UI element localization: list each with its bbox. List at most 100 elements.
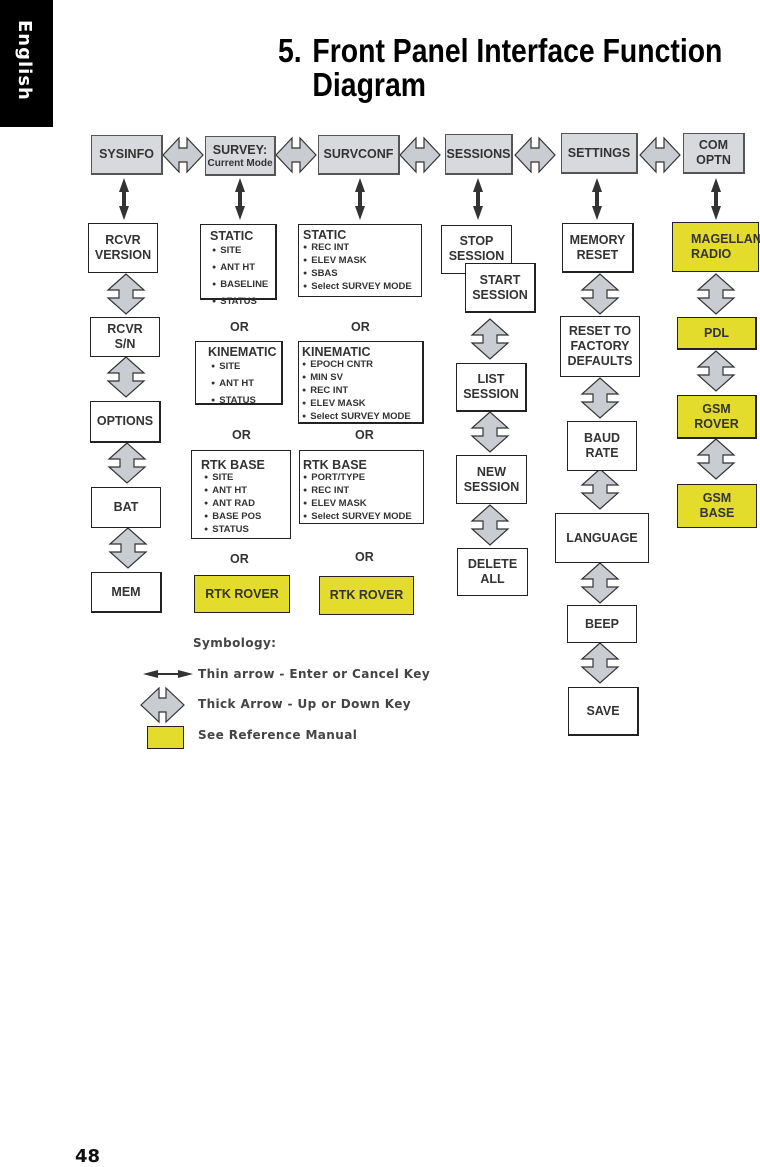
legend-yellow-text: See Reference Manual — [198, 728, 358, 742]
menu-survey[interactable]: SURVEY: Current Mode — [205, 136, 276, 176]
menu-settings[interactable]: SETTINGS — [561, 133, 638, 174]
menu-settings-label: SETTINGS — [567, 145, 631, 160]
survey-rtk-base-box[interactable]: RTK BASE SITE ANT HT ANT RAD BASE POS ST… — [191, 450, 291, 539]
page-number: 48 — [75, 1146, 101, 1167]
item-reset-factory-defaults[interactable]: RESET TO FACTORY DEFAULTS — [560, 316, 640, 377]
item-baud-rate[interactable]: BAUD RATE — [567, 421, 637, 471]
survconf-rtk-rover-box[interactable]: RTK ROVER — [319, 576, 414, 615]
menu-sessions-label: SESSIONS — [446, 146, 511, 161]
item-memory-reset-label: MEMORY RESET — [569, 232, 626, 262]
thin-arrow-settings — [592, 178, 602, 220]
menu-comoptn[interactable]: COM OPTN — [683, 133, 745, 174]
survey-rtk-base-item: SITE — [204, 472, 290, 485]
or-label: OR — [232, 428, 251, 442]
item-pdl[interactable]: PDL — [677, 317, 757, 350]
menu-survconf-label: SURVCONF — [323, 147, 394, 161]
menu-survey-sublabel: Current Mode — [207, 157, 273, 169]
legend-thick-arrow-text: Thick Arrow - Up or Down Key — [198, 697, 412, 711]
item-rcvr-version[interactable]: RCVR VERSION — [88, 223, 158, 273]
survconf-kinematic-item: REC INT — [302, 385, 422, 398]
survconf-rtk-rover-label: RTK ROVER — [329, 588, 404, 602]
survconf-rtk-base-item: Select SURVEY MODE — [303, 511, 423, 524]
menu-sessions[interactable]: SESSIONS — [445, 134, 513, 175]
item-pdl-label: PDL — [704, 325, 729, 340]
survconf-static-item: Select SURVEY MODE — [303, 281, 421, 294]
survconf-kinematic-item: EPOCH CNTR — [302, 359, 422, 372]
item-save-label: SAVE — [586, 703, 620, 718]
survey-rtk-base-item: BASE POS — [204, 511, 290, 524]
item-gsm-rover[interactable]: GSM ROVER — [677, 395, 757, 439]
survey-static-item: SITE — [212, 243, 275, 260]
item-list-session-label: LIST SESSION — [463, 372, 519, 401]
thin-arrow-sysinfo — [119, 178, 129, 220]
thick-arrow-comoptn-3 — [697, 438, 735, 480]
legend-yellow-swatch — [147, 726, 184, 749]
survey-kinematic-item: ANT HT — [211, 376, 281, 393]
thin-arrow-comoptn — [711, 178, 721, 220]
survey-rtk-base-item: STATUS — [204, 524, 290, 537]
item-language[interactable]: LANGUAGE — [555, 513, 649, 563]
survey-static-item: STATUS — [212, 294, 275, 311]
item-stop-session-label: STOP SESSION — [448, 234, 505, 263]
or-label: OR — [230, 320, 249, 334]
survconf-static-item: SBAS — [303, 268, 421, 281]
menu-comoptn-label: COM OPTN — [696, 138, 731, 167]
item-mem-label: MEM — [111, 584, 141, 599]
or-label: OR — [355, 550, 374, 564]
item-gsm-base[interactable]: GSM BASE — [677, 484, 757, 528]
legend-thin-arrow-text: Thin arrow - Enter or Cancel Key — [198, 667, 431, 681]
item-beep-label: BEEP — [584, 616, 620, 631]
or-label: OR — [351, 320, 370, 334]
item-delete-all-label: DELETE ALL — [467, 557, 518, 586]
survconf-kinematic-heading: KINEMATIC — [302, 345, 371, 359]
menu-sysinfo[interactable]: SYSINFO — [91, 135, 163, 175]
thick-arrow-survey-survconf — [275, 137, 317, 173]
survconf-rtk-base-box[interactable]: RTK BASE PORT/TYPE REC INT ELEV MASK Sel… — [299, 450, 424, 524]
thin-arrow-sessions — [473, 178, 483, 220]
item-memory-reset[interactable]: MEMORY RESET — [562, 223, 634, 273]
item-rcvr-sn[interactable]: RCVR S/N — [90, 317, 160, 357]
menu-survconf[interactable]: SURVCONF — [318, 135, 400, 175]
survconf-static-heading: STATIC — [303, 228, 347, 242]
survey-static-item: ANT HT — [212, 260, 275, 277]
thick-arrow-settings-comoptn — [639, 137, 681, 173]
or-label: OR — [355, 428, 374, 442]
survey-rtk-rover-label: RTK ROVER — [205, 586, 279, 601]
item-mem[interactable]: MEM — [91, 572, 162, 613]
item-options[interactable]: OPTIONS — [90, 401, 161, 443]
item-bat[interactable]: BAT — [91, 487, 161, 528]
item-save[interactable]: SAVE — [568, 687, 639, 736]
item-rcvr-version-label: RCVR VERSION — [94, 233, 152, 262]
item-new-session-label: NEW SESSION — [463, 464, 520, 494]
item-language-label: LANGUAGE — [566, 530, 638, 545]
survey-kinematic-box[interactable]: KINEMATIC SITE ANT HT STATUS — [195, 341, 283, 406]
survey-static-item: BASELINE — [212, 277, 275, 294]
survey-rtk-rover-box[interactable]: RTK ROVER — [194, 575, 290, 613]
thin-arrow-survconf — [355, 178, 365, 220]
thick-arrow-sessions-3 — [471, 504, 509, 546]
legend-thin-arrow-icon — [143, 670, 193, 678]
item-list-session[interactable]: LIST SESSION — [456, 363, 527, 412]
thick-arrow-sysinfo-3 — [108, 442, 146, 484]
thick-arrow-comoptn-1 — [697, 273, 735, 315]
thick-arrow-survconf-sessions — [399, 137, 441, 173]
survconf-kinematic-box[interactable]: KINEMATIC EPOCH CNTR MIN SV REC INT ELEV… — [298, 341, 424, 424]
item-delete-all[interactable]: DELETE ALL — [457, 548, 528, 596]
thick-arrow-comoptn-2 — [697, 350, 735, 392]
survey-static-box[interactable]: STATIC SITE ANT HT BASELINE STATUS — [200, 224, 277, 307]
item-magellan-radio[interactable]: MAGELLAN RADIO — [672, 222, 760, 272]
survconf-static-item: REC INT — [303, 242, 421, 255]
survey-rtk-base-item: ANT RAD — [204, 498, 290, 511]
item-new-session[interactable]: NEW SESSION — [456, 455, 527, 504]
survconf-kinematic-item: MIN SV — [302, 372, 422, 385]
item-reset-factory-defaults-label: RESET TO FACTORY DEFAULTS — [567, 324, 633, 368]
survconf-rtk-base-item: REC INT — [303, 485, 423, 498]
item-start-session[interactable]: START SESSION — [465, 263, 536, 313]
survconf-static-box[interactable]: STATIC REC INT ELEV MASK SBAS Select SUR… — [298, 224, 422, 297]
thick-arrow-settings-1 — [581, 273, 619, 315]
survey-kinematic-item: SITE — [211, 359, 281, 376]
item-beep[interactable]: BEEP — [567, 605, 637, 643]
thick-arrow-sysinfo-1 — [107, 273, 145, 315]
item-gsm-base-label: GSM BASE — [699, 491, 735, 520]
menu-survey-label: SURVEY: — [212, 142, 268, 157]
